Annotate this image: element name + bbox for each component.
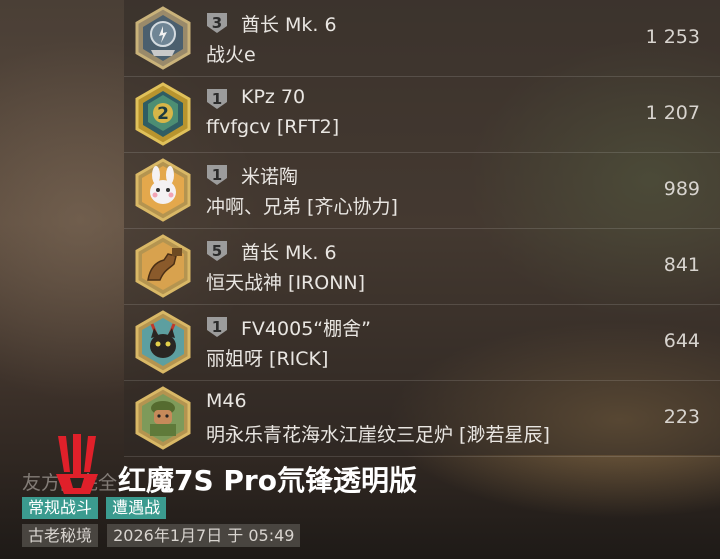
tier-badge: 1 — [206, 88, 234, 110]
red-magic-logo-icon — [52, 432, 102, 498]
score-value: 1 207 — [645, 102, 700, 124]
cat-icon — [134, 310, 192, 374]
player-row-4[interactable]: 5 酋长 Mk. 6 恒天战神 [IRONN] 841 — [124, 228, 720, 305]
bunny-icon — [134, 158, 192, 222]
tank-name: M46 — [206, 390, 247, 412]
player-name: ffvfgcv [RFT2] — [206, 116, 340, 138]
score-value: 223 — [663, 406, 700, 428]
tank-name: FV4005“棚舍” — [241, 318, 371, 340]
tier-badge: 1 — [206, 164, 234, 186]
player-name: 恒天战神 [IRONN] — [206, 272, 366, 294]
player-row-2[interactable]: 2 1 KPz 70 ffvfgcv [RFT2] 1 207 — [124, 76, 720, 153]
player-name: 丽姐呀 [RICK] — [206, 348, 329, 370]
player-name: 冲啊、兄弟 [齐心协力] — [206, 196, 398, 218]
arm-icon — [134, 234, 192, 298]
score-value: 1 253 — [645, 26, 700, 48]
player-row-6[interactable]: M46 明永乐青花海水江崖纹三足炉 [渺若星辰] 223 — [124, 380, 720, 457]
score-value: 989 — [663, 178, 700, 200]
tier-badge: 1 — [206, 316, 234, 338]
tier-badge: 5 — [206, 240, 234, 262]
tank-name: KPz 70 — [241, 86, 306, 108]
device-watermark-title: 红魔7S Pro氘锋透明版 — [118, 464, 417, 497]
battle-meta: 古老秘境 2026年1月7日 于 05:49 — [22, 524, 304, 547]
soldier-icon — [134, 386, 192, 450]
player-row-3[interactable]: 1 米诺陶 冲啊、兄弟 [齐心协力] 989 — [124, 152, 720, 229]
player-row-5[interactable]: 1 FV4005“棚舍” 丽姐呀 [RICK] 644 — [124, 304, 720, 381]
tier-badge: 3 — [206, 12, 234, 34]
tank-name: 酋长 Mk. 6 — [241, 242, 337, 264]
player-name: 明永乐青花海水江崖纹三足炉 [渺若星辰] — [206, 424, 550, 446]
battle-date: 2026年1月7日 于 05:49 — [107, 524, 301, 547]
map-name: 古老秘境 — [22, 524, 99, 547]
player-name: 战火e — [206, 44, 256, 66]
tag-battle-mode: 遭遇战 — [106, 497, 167, 519]
player-row-1[interactable]: 3 酋长 Mk. 6 战火e 1 253 — [124, 0, 720, 77]
tank-name: 米诺陶 — [241, 166, 299, 188]
rank-2-icon: 2 — [134, 82, 192, 146]
battle-tags: 常规战斗 遭遇战 — [22, 497, 169, 520]
tag-battle-type: 常规战斗 — [22, 497, 99, 519]
score-value: 841 — [663, 254, 700, 276]
svg-text:2: 2 — [157, 104, 169, 124]
score-value: 644 — [663, 330, 700, 352]
medal-icon — [134, 6, 192, 70]
tank-name: 酋长 Mk. 6 — [241, 14, 337, 36]
